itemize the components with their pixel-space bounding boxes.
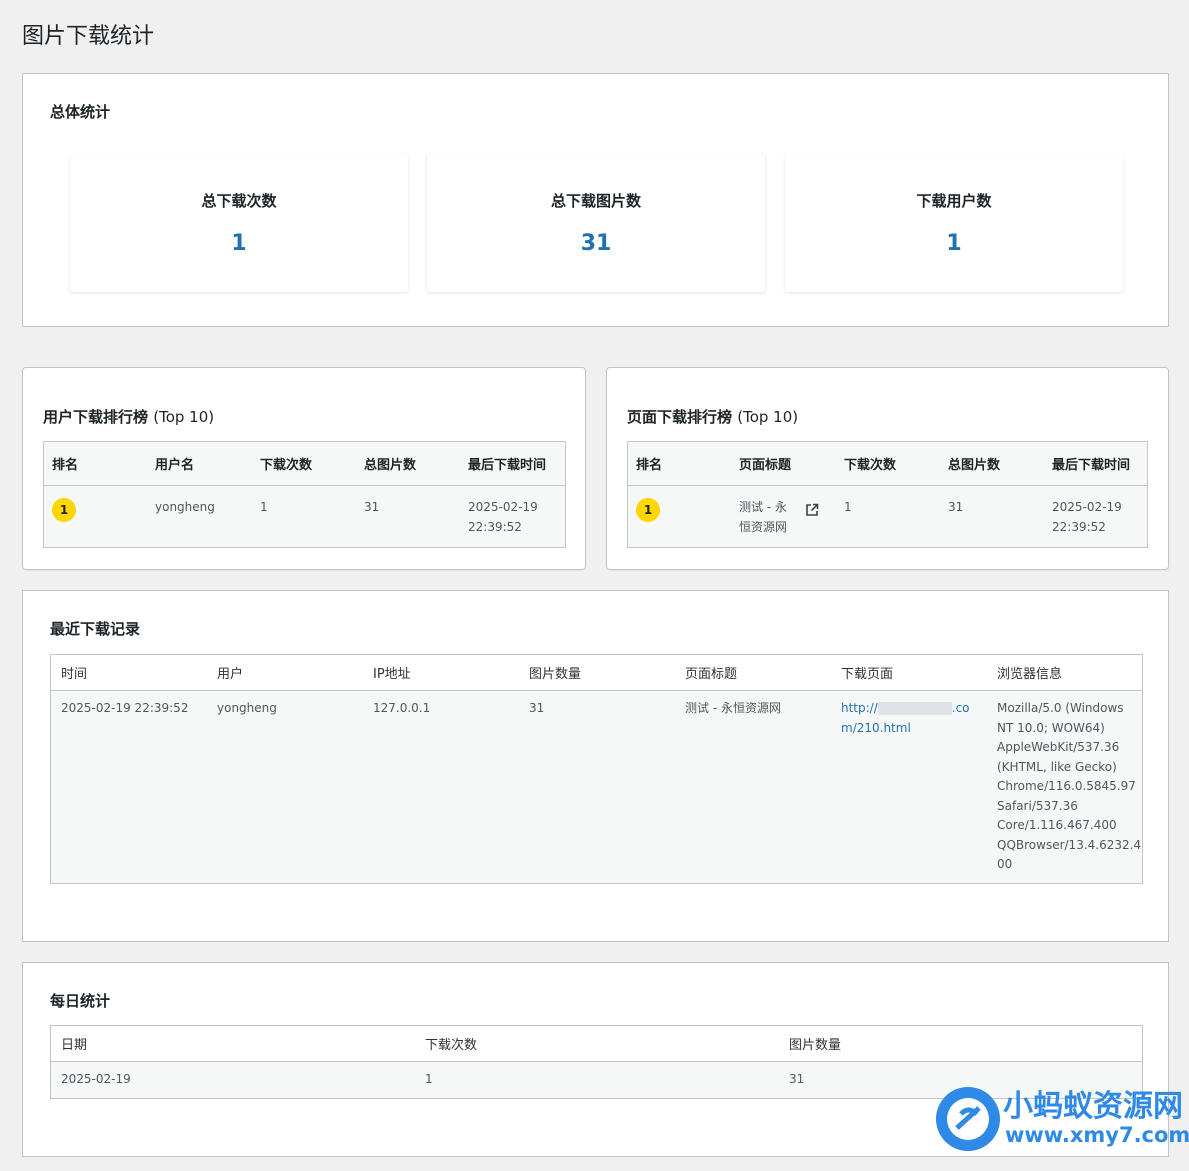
column-header-images[interactable]: 总图片数 <box>940 442 1044 486</box>
browser-line: (KHTML, like Gecko) <box>997 759 1117 774</box>
downloads-cell: 1 <box>252 485 356 547</box>
column-header-rank[interactable]: 排名 <box>628 442 731 486</box>
browser-line: 00 <box>997 857 1013 871</box>
downloads-cell: 1 <box>836 485 940 547</box>
table-header-row: 排名 页面标题 下载次数 总图片数 最后下载时间 <box>628 442 1147 486</box>
column-header-downloads[interactable]: 下载次数 <box>415 1026 779 1062</box>
count-cell: 31 <box>519 690 675 883</box>
redacted-domain <box>877 702 952 715</box>
page-title-line2: 恒资源网 <box>739 519 788 534</box>
page-title-line1: 测试 - 永 <box>739 500 787 514</box>
page-rank-title-text: 页面下载排行榜 <box>627 408 733 426</box>
stat-value: 1 <box>946 231 962 256</box>
ip-cell: 127.0.0.1 <box>363 690 519 883</box>
column-header-page-title[interactable]: 页面标题 <box>675 655 831 691</box>
browser-line: Safari/537.36 <box>997 798 1078 813</box>
column-header-browser[interactable]: 浏览器信息 <box>987 655 1142 691</box>
external-link-icon[interactable] <box>805 503 819 524</box>
recent-downloads-title: 最近下载记录 <box>50 620 141 638</box>
stat-card-total-images: 总下载图片数 31 <box>427 154 765 292</box>
table-header-row: 排名 用户名 下载次数 总图片数 最后下载时间 <box>44 442 565 486</box>
watermark: 小蚂蚁资源网 www.xmy7.com <box>933 1079 1189 1159</box>
page-rank-title: 页面下载排行榜 (Top 10) <box>627 406 798 427</box>
images-cell: 31 <box>356 485 460 547</box>
table-header-row: 时间 用户 IP地址 图片数量 页面标题 下载页面 浏览器信息 <box>51 655 1142 691</box>
url-suffix: .co <box>951 701 970 715</box>
stat-card-users: 下载用户数 1 <box>785 154 1123 292</box>
recent-downloads-panel: 最近下载记录 时间 用户 IP地址 图片数量 页面标题 下载页面 浏览器信息 2… <box>22 590 1169 942</box>
user-rank-title-suffix: (Top 10) <box>153 408 215 426</box>
user-rank-title: 用户下载排行榜 (Top 10) <box>43 406 214 427</box>
stat-label: 总下载次数 <box>201 192 277 210</box>
url-prefix: http:// <box>841 701 878 715</box>
user-rank-title-text: 用户下载排行榜 <box>43 408 149 426</box>
last-time-cell: 2025-02-19 22:39:52 <box>1044 485 1147 547</box>
user-rank-table: 排名 用户名 下载次数 总图片数 最后下载时间 1 yongheng 1 31 … <box>43 441 566 548</box>
page-rank-table: 排名 页面标题 下载次数 总图片数 最后下载时间 1 测试 - 永 恒资源网 1… <box>627 441 1148 548</box>
last-time: 22:39:52 <box>1052 519 1106 534</box>
last-time-cell: 2025-02-19 22:39:52 <box>460 485 565 547</box>
daily-stats-title: 每日统计 <box>50 992 111 1010</box>
page-title-cell: 测试 - 永 恒资源网 <box>731 485 836 547</box>
downloads-cell: 1 <box>415 1061 779 1098</box>
stat-label: 下载用户数 <box>916 192 992 210</box>
column-header-date[interactable]: 日期 <box>51 1026 415 1062</box>
page-rank-panel: 页面下载排行榜 (Top 10) 排名 页面标题 下载次数 总图片数 最后下载时… <box>606 367 1169 570</box>
column-header-last-time[interactable]: 最后下载时间 <box>1044 442 1147 486</box>
column-header-download-page[interactable]: 下载页面 <box>831 655 987 691</box>
column-header-time[interactable]: 时间 <box>51 655 207 691</box>
images-cell: 31 <box>940 485 1044 547</box>
username-cell: yongheng <box>147 485 252 547</box>
rank-badge: 1 <box>636 498 660 522</box>
column-header-rank[interactable]: 排名 <box>44 442 147 486</box>
time-cell: 2025-02-19 22:39:52 <box>51 690 207 883</box>
column-header-user[interactable]: 用户 <box>207 655 363 691</box>
recent-downloads-table: 时间 用户 IP地址 图片数量 页面标题 下载页面 浏览器信息 2025-02-… <box>50 654 1143 884</box>
table-header-row: 日期 下载次数 图片数量 <box>51 1026 1142 1062</box>
download-page-link[interactable]: http:// .co m/210.html <box>841 699 977 738</box>
browser-line: Mozilla/5.0 (Windows <box>997 701 1124 715</box>
download-page-cell: http:// .co m/210.html <box>831 690 987 883</box>
stat-label: 总下载图片数 <box>550 192 641 210</box>
column-header-count[interactable]: 图片数量 <box>519 655 675 691</box>
rank-badge: 1 <box>52 498 76 522</box>
page-rank-title-suffix: (Top 10) <box>737 408 799 426</box>
browser-line: QQBrowser/13.4.6232.4 <box>997 837 1142 852</box>
date-cell: 2025-02-19 <box>51 1061 415 1098</box>
watermark-logo-icon <box>936 1087 1000 1151</box>
column-header-images[interactable]: 总图片数 <box>356 442 460 486</box>
page-title-cell: 测试 - 永恒资源网 <box>675 690 831 883</box>
page-title: 图片下载统计 <box>22 24 155 49</box>
user-rank-panel: 用户下载排行榜 (Top 10) 排名 用户名 下载次数 总图片数 最后下载时间… <box>22 367 586 570</box>
column-header-images[interactable]: 图片数量 <box>779 1026 1142 1062</box>
last-time: 22:39:52 <box>468 519 522 534</box>
url-line2: m/210.html <box>841 720 911 735</box>
browser-line: Core/1.116.467.400 <box>997 818 1117 832</box>
column-header-username[interactable]: 用户名 <box>147 442 252 486</box>
watermark-name: 小蚂蚁资源网 <box>1003 1089 1183 1124</box>
column-header-downloads[interactable]: 下载次数 <box>836 442 940 486</box>
last-date: 2025-02-19 <box>1052 500 1122 514</box>
stat-value: 1 <box>231 231 247 256</box>
column-header-downloads[interactable]: 下载次数 <box>252 442 356 486</box>
user-cell: yongheng <box>207 690 363 883</box>
rank-cell: 1 <box>44 485 147 547</box>
table-row: 1 测试 - 永 恒资源网 1 31 2025-02-19 22:39:52 <box>628 485 1147 547</box>
stat-card-total-downloads: 总下载次数 1 <box>70 154 408 292</box>
watermark-url: www.xmy7.com <box>1005 1123 1189 1147</box>
table-row: 1 yongheng 1 31 2025-02-19 22:39:52 <box>44 485 565 547</box>
column-header-last-time[interactable]: 最后下载时间 <box>460 442 565 486</box>
column-header-page-title[interactable]: 页面标题 <box>731 442 836 486</box>
stat-value: 31 <box>580 231 612 256</box>
browser-line: Chrome/116.0.5845.97 <box>997 779 1136 793</box>
overall-stats-panel: 总体统计 总下载次数 1 总下载图片数 31 下载用户数 1 <box>22 73 1169 327</box>
browser-line: AppleWebKit/537.36 <box>997 740 1120 754</box>
last-date: 2025-02-19 <box>468 500 538 514</box>
rank-cell: 1 <box>628 485 731 547</box>
browser-cell: Mozilla/5.0 (Windows NT 10.0; WOW64) App… <box>987 690 1142 883</box>
overall-stats-title: 总体统计 <box>50 103 111 121</box>
column-header-ip[interactable]: IP地址 <box>363 655 519 691</box>
table-row: 2025-02-19 22:39:52 yongheng 127.0.0.1 3… <box>51 690 1142 883</box>
browser-line: NT 10.0; WOW64) <box>997 720 1105 735</box>
